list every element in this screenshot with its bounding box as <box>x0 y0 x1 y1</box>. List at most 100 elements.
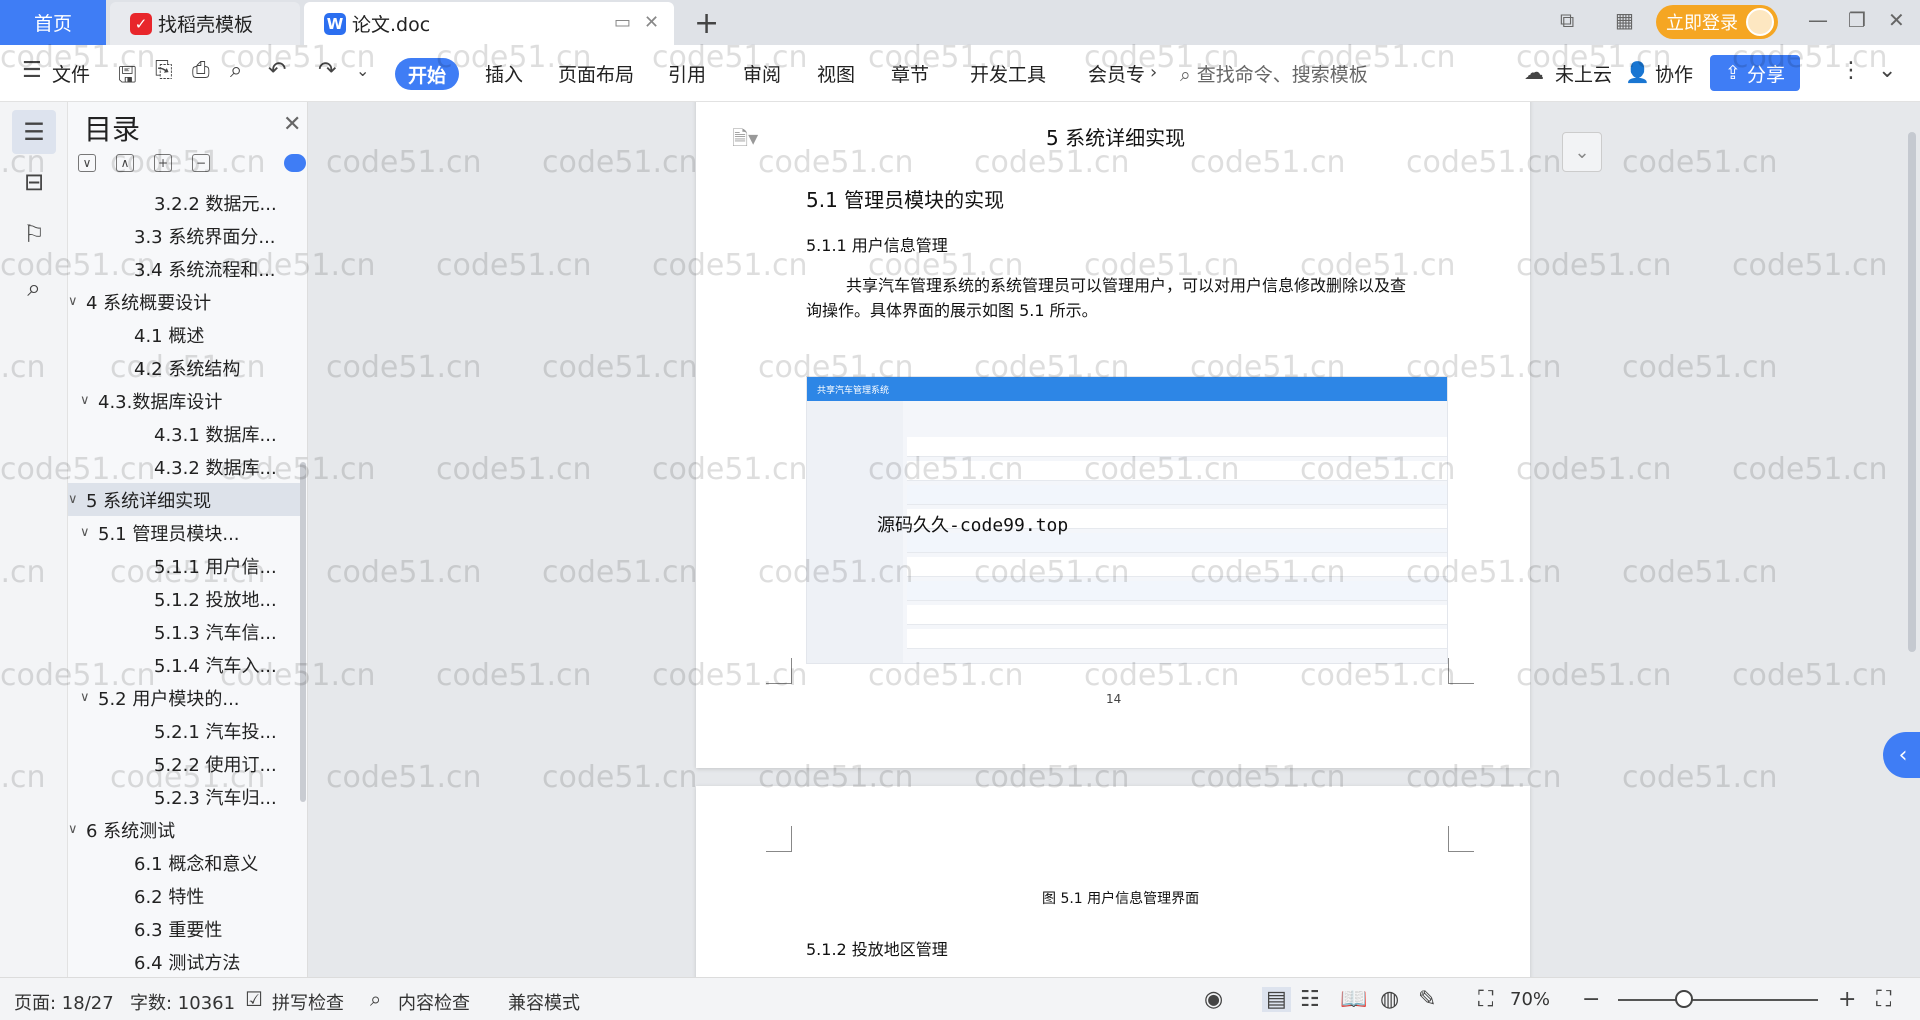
toc-item[interactable]: 4.3.2 数据库... <box>68 450 300 483</box>
toc-item[interactable]: ∨ 4.3.数据库设计 <box>68 384 300 417</box>
collapse-all-icon[interactable]: ∧ <box>116 154 134 172</box>
toc-item[interactable]: ∨ 5.2 用户模块的... <box>68 681 300 714</box>
toc-item[interactable]: 3.4 系统流程和... <box>68 252 300 285</box>
close-toc-icon[interactable]: ✕ <box>283 112 301 137</box>
toc-item[interactable]: 6.4 测试方法 <box>68 945 300 977</box>
tab-start[interactable]: 开始 <box>395 58 459 90</box>
chevron-down-icon[interactable]: ∨ <box>68 294 86 309</box>
tab-chapter[interactable]: 章节 <box>891 60 929 87</box>
undo-icon[interactable]: ↶ <box>268 58 286 83</box>
monitor-icon[interactable]: ▭ <box>614 12 631 33</box>
redo-icon[interactable]: ↷ <box>318 58 336 83</box>
doc-options-icon[interactable]: 🗎▾ <box>732 124 758 158</box>
toc-item[interactable]: 5.1.3 汽车信... <box>68 615 300 648</box>
zoom-level[interactable]: 70% <box>1510 989 1550 1010</box>
tab-review[interactable]: 审阅 <box>743 60 781 87</box>
reading-view-icon[interactable]: 📖 <box>1340 987 1367 1012</box>
eye-protection-icon[interactable]: ◉ <box>1204 987 1223 1012</box>
toc-item[interactable]: 6.2 特性 <box>68 879 300 912</box>
chevron-down-icon[interactable]: ∨ <box>80 393 98 408</box>
tab-view[interactable]: 视图 <box>817 60 855 87</box>
layout-toggle-icon[interactable]: ⧉ <box>1560 8 1574 32</box>
tab-reference[interactable]: 引用 <box>668 60 706 87</box>
save-icon[interactable]: 🖫 <box>118 58 137 96</box>
bookmark-icon[interactable]: ⚐ <box>12 212 56 256</box>
toc-item[interactable]: 5.2.3 汽车归... <box>68 780 300 813</box>
chevron-down-icon[interactable]: ∨ <box>80 690 98 705</box>
share-button[interactable]: ⇪ 分享 <box>1710 55 1800 91</box>
zoom-in-icon[interactable]: + <box>1838 987 1856 1012</box>
content-check-button[interactable]: 内容检查 <box>398 989 470 1015</box>
close-tab-icon[interactable]: ✕ <box>644 12 659 33</box>
write-view-icon[interactable]: ✎ <box>1418 987 1436 1012</box>
document-page[interactable]: 🗎▾ 5 系统详细实现 5.1 管理员模块的实现 5.1.1 用户信息管理 共享… <box>696 102 1530 768</box>
toc-item[interactable]: ∨ 5.1 管理员模块... <box>68 516 300 549</box>
document-area[interactable]: 🗎▾ 5 系统详细实现 5.1 管理员模块的实现 5.1.1 用户信息管理 共享… <box>308 102 1920 977</box>
print-icon[interactable]: ⎙ <box>192 58 210 83</box>
chevron-down-icon[interactable]: ∨ <box>68 822 86 837</box>
page-indicator[interactable]: 页面: 18/27 <box>14 989 114 1015</box>
toc-item[interactable]: ∨ 5 系统详细实现 <box>68 483 300 516</box>
toc-sync-toggle-icon[interactable] <box>284 154 306 172</box>
command-search[interactable]: ⌕ 查找命令、搜索模板 <box>1180 60 1368 87</box>
apps-grid-icon[interactable]: ▦ <box>1615 8 1634 32</box>
floating-filter-icon[interactable]: ⌄ <box>1562 132 1602 172</box>
toc-panel-icon[interactable]: ☰ <box>12 110 56 154</box>
print-preview-icon[interactable]: ⌕ <box>230 58 242 83</box>
tab-insert[interactable]: 插入 <box>485 60 523 87</box>
menu-icon[interactable]: ☰ <box>22 58 42 83</box>
export-icon[interactable]: ⎘ <box>155 58 173 83</box>
minimize-icon[interactable]: — <box>1808 8 1828 32</box>
tab-daoke-templates[interactable]: ✓ 找稻壳模板 <box>110 2 300 45</box>
spell-check-button[interactable]: 拼写检查 <box>272 989 344 1015</box>
toc-item[interactable]: ∨ 6 系统测试 <box>68 813 300 846</box>
toc-item[interactable]: 4.3.1 数据库... <box>68 417 300 450</box>
expand-all-icon[interactable]: ∨ <box>78 154 96 172</box>
tab-document[interactable]: W 论文.doc ▭ ✕ <box>304 2 674 45</box>
chevron-down-icon[interactable]: ∨ <box>80 525 98 540</box>
page-view-icon[interactable]: ▤ <box>1262 987 1291 1012</box>
find-icon[interactable]: ⌕ <box>12 266 56 310</box>
toc-item[interactable]: ∨ 4 系统概要设计 <box>68 285 300 318</box>
chevron-down-icon[interactable]: ∨ <box>68 492 86 507</box>
collab-button[interactable]: 协作 <box>1655 60 1693 87</box>
collapse-ribbon-icon[interactable]: ⌄ <box>1878 58 1896 83</box>
chevron-right-icon[interactable]: › <box>1150 62 1157 83</box>
toc-item[interactable]: 5.2.2 使用订... <box>68 747 300 780</box>
cloud-status[interactable]: 未上云 <box>1555 60 1612 87</box>
fullscreen-icon[interactable]: ⛶ <box>1876 987 1891 1012</box>
toc-item[interactable]: 3.2.2 数据元... <box>68 186 300 219</box>
tab-developer-tools[interactable]: 开发工具 <box>970 60 1046 87</box>
tab-home[interactable]: 首页 <box>0 0 106 45</box>
zoom-out-icon[interactable]: − <box>1582 987 1600 1012</box>
zoom-slider-thumb[interactable] <box>1675 990 1693 1008</box>
toc-item[interactable]: 4.2 系统结构 <box>68 351 300 384</box>
chapter-nav-icon[interactable]: ⊟ <box>12 160 56 204</box>
remove-heading-icon[interactable]: − <box>192 154 210 172</box>
toc-item[interactable]: 3.3 系统界面分... <box>68 219 300 252</box>
quick-access-dropdown-icon[interactable]: ⌄ <box>356 61 369 80</box>
toc-item[interactable]: 6.3 重要性 <box>68 912 300 945</box>
document-scrollbar[interactable] <box>1904 102 1920 977</box>
file-menu[interactable]: 文件 <box>52 60 90 87</box>
zoom-slider-track[interactable] <box>1618 999 1818 1001</box>
word-count[interactable]: 字数: 10361 <box>130 989 235 1015</box>
toc-item[interactable]: 6.1 概念和意义 <box>68 846 300 879</box>
fit-page-icon[interactable]: ⛶ <box>1478 987 1493 1012</box>
restore-icon[interactable]: ❐ <box>1848 8 1866 32</box>
tab-page-layout[interactable]: 页面布局 <box>558 60 634 87</box>
toc-item[interactable]: 5.2.1 汽车投... <box>68 714 300 747</box>
web-view-icon[interactable]: ◍ <box>1380 987 1399 1012</box>
outline-view-icon[interactable]: ☷ <box>1300 987 1320 1012</box>
toc-item[interactable]: 5.1.4 汽车入... <box>68 648 300 681</box>
more-icon[interactable]: ⋮ <box>1840 58 1862 83</box>
toc-item[interactable]: 5.1.1 用户信... <box>68 549 300 582</box>
toc-scrollbar[interactable] <box>300 462 306 802</box>
new-tab-button[interactable]: + <box>694 6 719 41</box>
add-heading-icon[interactable]: + <box>154 154 172 172</box>
document-page[interactable]: 图 5.1 用户信息管理界面 5.1.2 投放地区管理 <box>696 786 1530 977</box>
toc-item[interactable]: 4.1 概述 <box>68 318 300 351</box>
tab-member[interactable]: 会员专 <box>1088 60 1145 87</box>
toc-item[interactable]: 5.1.2 投放地... <box>68 582 300 615</box>
login-button[interactable]: 立即登录 <box>1656 5 1778 39</box>
